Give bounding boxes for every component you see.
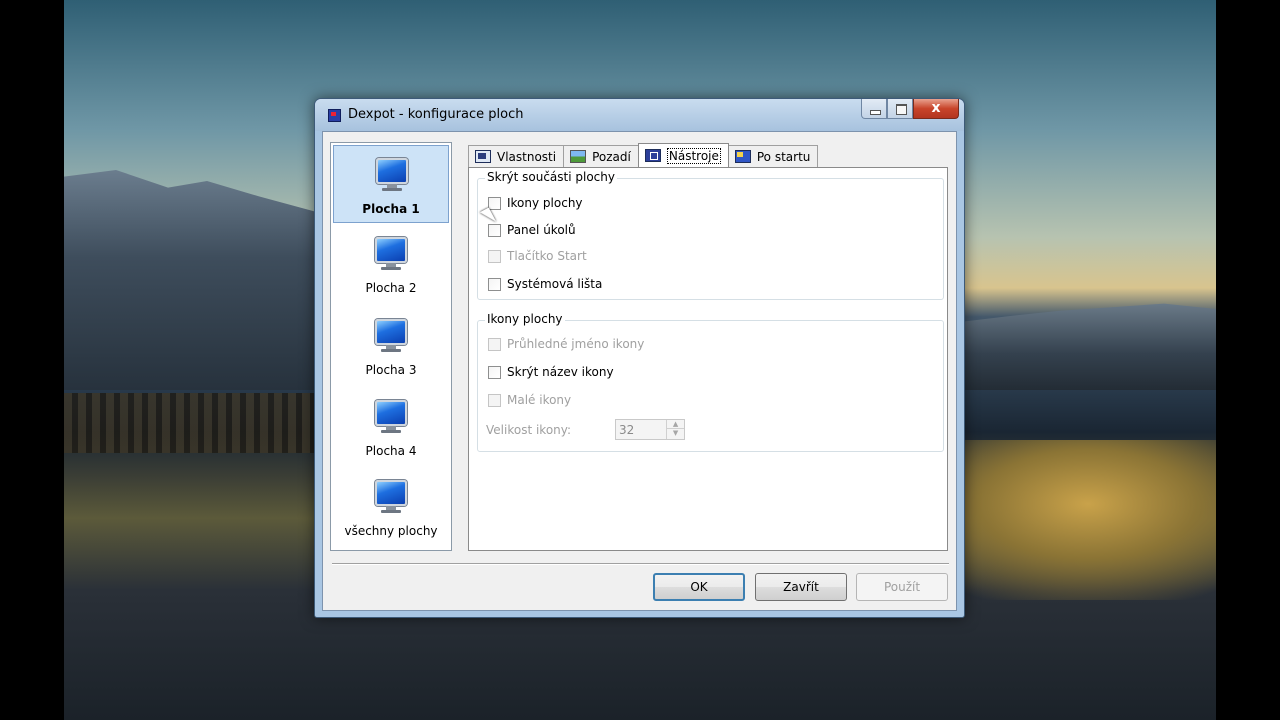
background-icon xyxy=(570,150,587,163)
wallpaper-mountains-right xyxy=(956,303,1216,390)
monitor-icon xyxy=(375,480,407,514)
checkbox[interactable] xyxy=(488,277,501,291)
checkbox-small-icons: Malé ikony xyxy=(488,393,571,407)
checkbox[interactable] xyxy=(488,223,501,237)
startup-icon xyxy=(734,150,751,163)
tools-icon xyxy=(644,149,661,162)
wallpaper-dock xyxy=(64,393,314,453)
checkbox xyxy=(488,393,501,407)
spinner-buttons: ▲ ▼ xyxy=(666,420,685,439)
desktop-item-all[interactable]: všechny plochy xyxy=(333,468,449,546)
checkbox xyxy=(488,337,501,351)
desktop-item-label: Plocha 4 xyxy=(365,444,417,458)
icon-size-value: 32 xyxy=(619,423,635,437)
icon-size-spinner: 32 ▲ ▼ xyxy=(615,419,686,440)
desktop-item-3[interactable]: Plocha 3 xyxy=(333,307,449,385)
monitor-icon xyxy=(375,237,407,271)
monitor-icon xyxy=(375,400,407,434)
desktop-list: Plocha 1 Plocha 2 Plocha 3 Plocha 4 všec… xyxy=(330,142,452,551)
desktop-icons-group: Ikony plochy Průhledné jméno ikony Skrýt… xyxy=(477,312,944,452)
dexpot-flag-icon xyxy=(328,109,341,122)
checkbox-hide-icon-name[interactable]: Skrýt název ikony xyxy=(488,365,614,379)
icon-size-label: Velikost ikony: xyxy=(486,422,572,437)
desktop-item-label: Plocha 1 xyxy=(362,202,420,216)
hide-components-group: Skrýt součásti plochy Ikony plochy Panel… xyxy=(477,170,944,300)
close-button[interactable]: x xyxy=(913,99,959,119)
checkbox-label: Průhledné jméno ikony xyxy=(507,337,645,351)
desktop-item-label: Plocha 3 xyxy=(365,363,417,377)
checkbox-system-tray[interactable]: Systémová lišta xyxy=(488,277,602,291)
properties-icon xyxy=(475,150,491,163)
checkbox-desktop-icons[interactable]: Ikony plochy xyxy=(488,196,583,210)
checkbox-label: Ikony plochy xyxy=(507,196,583,210)
tab-po-startu[interactable]: Po startu xyxy=(727,145,819,167)
window-client-area: Plocha 1 Plocha 2 Plocha 3 Plocha 4 všec… xyxy=(322,131,957,611)
desktop-item-2[interactable]: Plocha 2 xyxy=(333,225,449,303)
monitor-icon xyxy=(376,158,408,192)
caption-buttons: x xyxy=(861,99,959,119)
minimize-button[interactable] xyxy=(861,99,887,119)
spin-down-icon: ▼ xyxy=(672,429,679,437)
desktop-item-label: všechny plochy xyxy=(344,524,438,538)
tab-label: Po startu xyxy=(756,149,811,164)
tab-label: Nástroje xyxy=(666,147,721,164)
checkbox-start-button: Tlačítko Start xyxy=(488,249,587,263)
tab-label: Vlastnosti xyxy=(497,149,557,164)
checkbox-label: Tlačítko Start xyxy=(507,249,587,263)
wallpaper-mountains-left xyxy=(64,170,324,390)
title-bar[interactable]: Dexpot - konfigurace ploch x xyxy=(315,99,964,131)
group-title: Skrýt součásti plochy xyxy=(485,170,617,184)
button-divider xyxy=(332,563,949,565)
checkbox-label: Malé ikony xyxy=(507,393,572,407)
tab-vlastnosti[interactable]: Vlastnosti xyxy=(468,145,565,167)
tab-pozadi[interactable]: Pozadí xyxy=(563,145,639,167)
ok-button[interactable]: OK xyxy=(653,573,745,601)
checkbox-transparent-icon-name: Průhledné jméno ikony xyxy=(488,337,644,351)
icon-size-row: Velikost ikony: 32 ▲ ▼ xyxy=(486,419,686,440)
tab-nastroje[interactable]: Nástroje xyxy=(637,143,729,167)
checkbox-taskbar[interactable]: Panel úkolů xyxy=(488,223,576,237)
spin-up-icon: ▲ xyxy=(667,420,685,429)
monitor-icon xyxy=(375,319,407,353)
window-title: Dexpot - konfigurace ploch xyxy=(348,107,524,122)
tab-strip: Vlastnosti Pozadí Nástroje Po startu xyxy=(468,143,819,167)
apply-button: Použít xyxy=(856,573,948,601)
maximize-button[interactable] xyxy=(887,99,913,119)
tab-label: Pozadí xyxy=(592,149,631,164)
checkbox[interactable] xyxy=(488,196,501,210)
checkbox-label: Panel úkolů xyxy=(507,223,576,237)
desktop-item-1[interactable]: Plocha 1 xyxy=(333,145,449,223)
checkbox xyxy=(488,249,501,263)
close-dialog-button[interactable]: Zavřít xyxy=(755,573,847,601)
close-icon: x xyxy=(931,100,941,116)
group-title: Ikony plochy xyxy=(485,312,565,326)
checkbox-label: Systémová lišta xyxy=(507,277,603,291)
checkbox[interactable] xyxy=(488,365,501,379)
desktop-item-label: Plocha 2 xyxy=(365,281,417,295)
dexpot-config-window: Dexpot - konfigurace ploch x Plocha 1 Pl… xyxy=(314,98,965,618)
tools-tab-panel: Skrýt součásti plochy Ikony plochy Panel… xyxy=(468,167,948,551)
checkbox-label: Skrýt název ikony xyxy=(507,365,614,379)
desktop-item-4[interactable]: Plocha 4 xyxy=(333,388,449,466)
